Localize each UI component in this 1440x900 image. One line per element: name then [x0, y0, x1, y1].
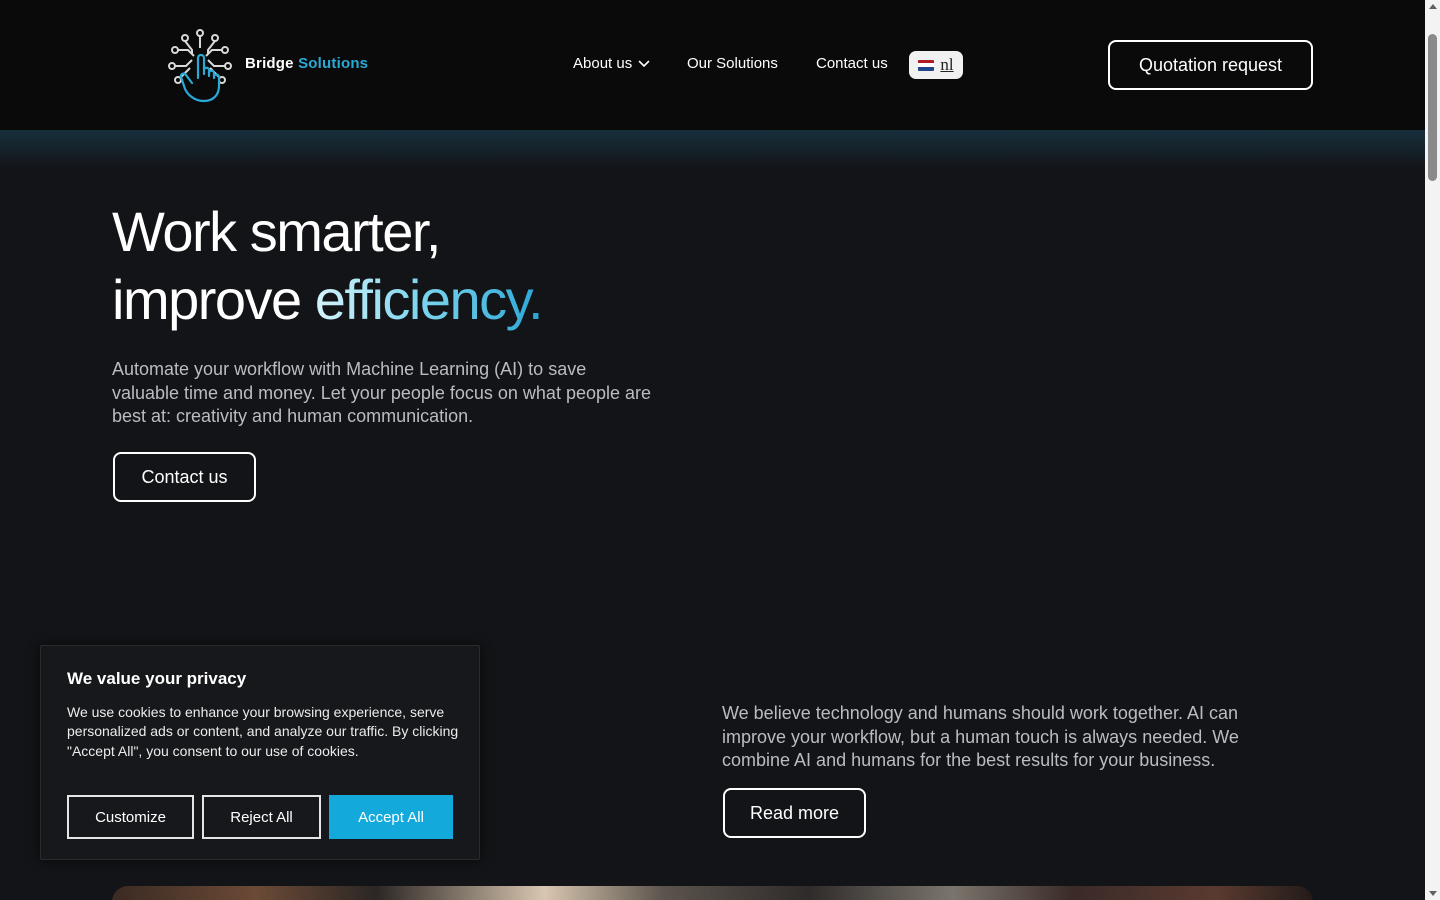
- circuit-hand-icon[interactable]: [168, 28, 232, 104]
- nav-about-us[interactable]: About us: [573, 55, 650, 72]
- nav-about-us-label: About us: [573, 55, 633, 72]
- brand-name[interactable]: Bridge Solutions: [245, 55, 368, 72]
- cookie-text: We use cookies to enhance your browsing …: [67, 704, 459, 759]
- netherlands-flag-icon: [918, 59, 935, 71]
- read-more-button[interactable]: Read more: [723, 788, 866, 838]
- language-switcher[interactable]: nl: [909, 51, 963, 79]
- brand-primary: Bridge: [245, 55, 294, 72]
- hero-description: Automate your workflow with Machine Lear…: [112, 359, 652, 426]
- header-glow: [0, 130, 1425, 170]
- cookie-banner: We value your privacy We use cookies to …: [40, 645, 480, 860]
- quotation-request-button[interactable]: Quotation request: [1108, 40, 1313, 90]
- hero-title-line2: improve: [112, 268, 315, 331]
- chevron-down-icon: [638, 60, 650, 67]
- cookie-accept-button[interactable]: Accept All: [329, 795, 453, 839]
- scroll-down-arrow-icon[interactable]: [1429, 891, 1437, 896]
- nav-our-solutions[interactable]: Our Solutions: [687, 55, 778, 72]
- site-header: Bridge Solutions About us Our Solutions …: [0, 0, 1425, 130]
- hero-title-accent: efficiency.: [314, 268, 544, 331]
- nav-contact-us[interactable]: Contact us: [816, 55, 888, 72]
- page: Bridge Solutions About us Our Solutions …: [0, 0, 1425, 900]
- language-code: nl: [940, 55, 954, 74]
- scroll-thumb[interactable]: [1428, 34, 1437, 181]
- belief-description: We believe technology and humans should …: [722, 703, 1239, 770]
- cookie-customize-button[interactable]: Customize: [67, 795, 194, 839]
- brand-accent: Solutions: [298, 55, 369, 72]
- hero-title-line1: Work smarter,: [112, 200, 441, 263]
- hero-photo: [112, 886, 1313, 900]
- hero-title: Work smarter, improve efficiency.: [112, 198, 544, 334]
- scroll-up-arrow-icon[interactable]: [1429, 4, 1437, 9]
- hero-contact-button[interactable]: Contact us: [113, 452, 256, 502]
- cookie-reject-button[interactable]: Reject All: [202, 795, 321, 839]
- page-scrollbar[interactable]: [1425, 0, 1440, 900]
- cookie-title: We value your privacy: [67, 669, 247, 688]
